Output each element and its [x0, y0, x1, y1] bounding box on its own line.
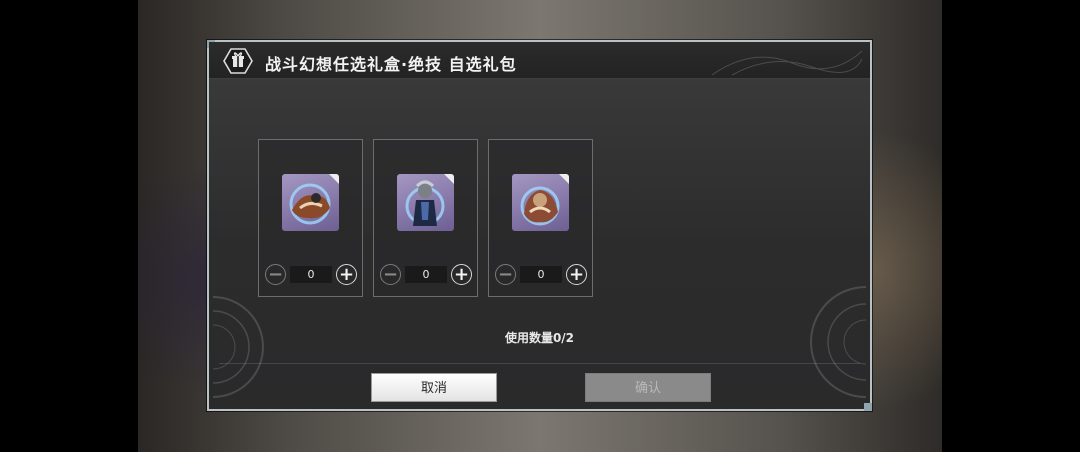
character-portrait-icon [512, 174, 569, 231]
quantity-value: 0 [520, 266, 562, 283]
dialog-header: 战斗幻想任选礼盒·绝技 自选礼包 [209, 42, 870, 79]
divider [219, 363, 860, 364]
item-card-2[interactable]: − 0 + [373, 139, 478, 297]
quantity-value: 0 [405, 266, 447, 283]
character-portrait-icon [282, 174, 339, 231]
decrease-button[interactable]: − [495, 264, 516, 285]
corner-ornament [213, 296, 264, 398]
selection-dialog: 战斗幻想任选礼盒·绝技 自选礼包 − 0 + − 0 + − 0 + 使用数量0… [207, 40, 872, 411]
decrease-button[interactable]: − [380, 264, 401, 285]
item-card-3[interactable]: − 0 + [488, 139, 593, 297]
dialog-title: 战斗幻想任选礼盒·绝技 自选礼包 [265, 55, 517, 74]
quantity-stepper: − 0 + [380, 264, 472, 286]
item-card-1[interactable]: − 0 + [258, 139, 363, 297]
increase-button[interactable]: + [566, 264, 587, 285]
quantity-stepper: − 0 + [495, 264, 587, 286]
increase-button[interactable]: + [336, 264, 357, 285]
cancel-button[interactable]: 取消 [371, 373, 497, 402]
corner-ornament [810, 286, 866, 398]
usage-count: 使用数量0/2 [504, 331, 575, 345]
quantity-value: 0 [290, 266, 332, 283]
quantity-stepper: − 0 + [265, 264, 357, 286]
increase-button[interactable]: + [451, 264, 472, 285]
decrease-button[interactable]: − [265, 264, 286, 285]
confirm-button[interactable]: 确认 [585, 373, 711, 402]
character-portrait-icon [397, 174, 454, 231]
header-ornament [712, 50, 862, 76]
gift-box-icon [223, 48, 253, 74]
